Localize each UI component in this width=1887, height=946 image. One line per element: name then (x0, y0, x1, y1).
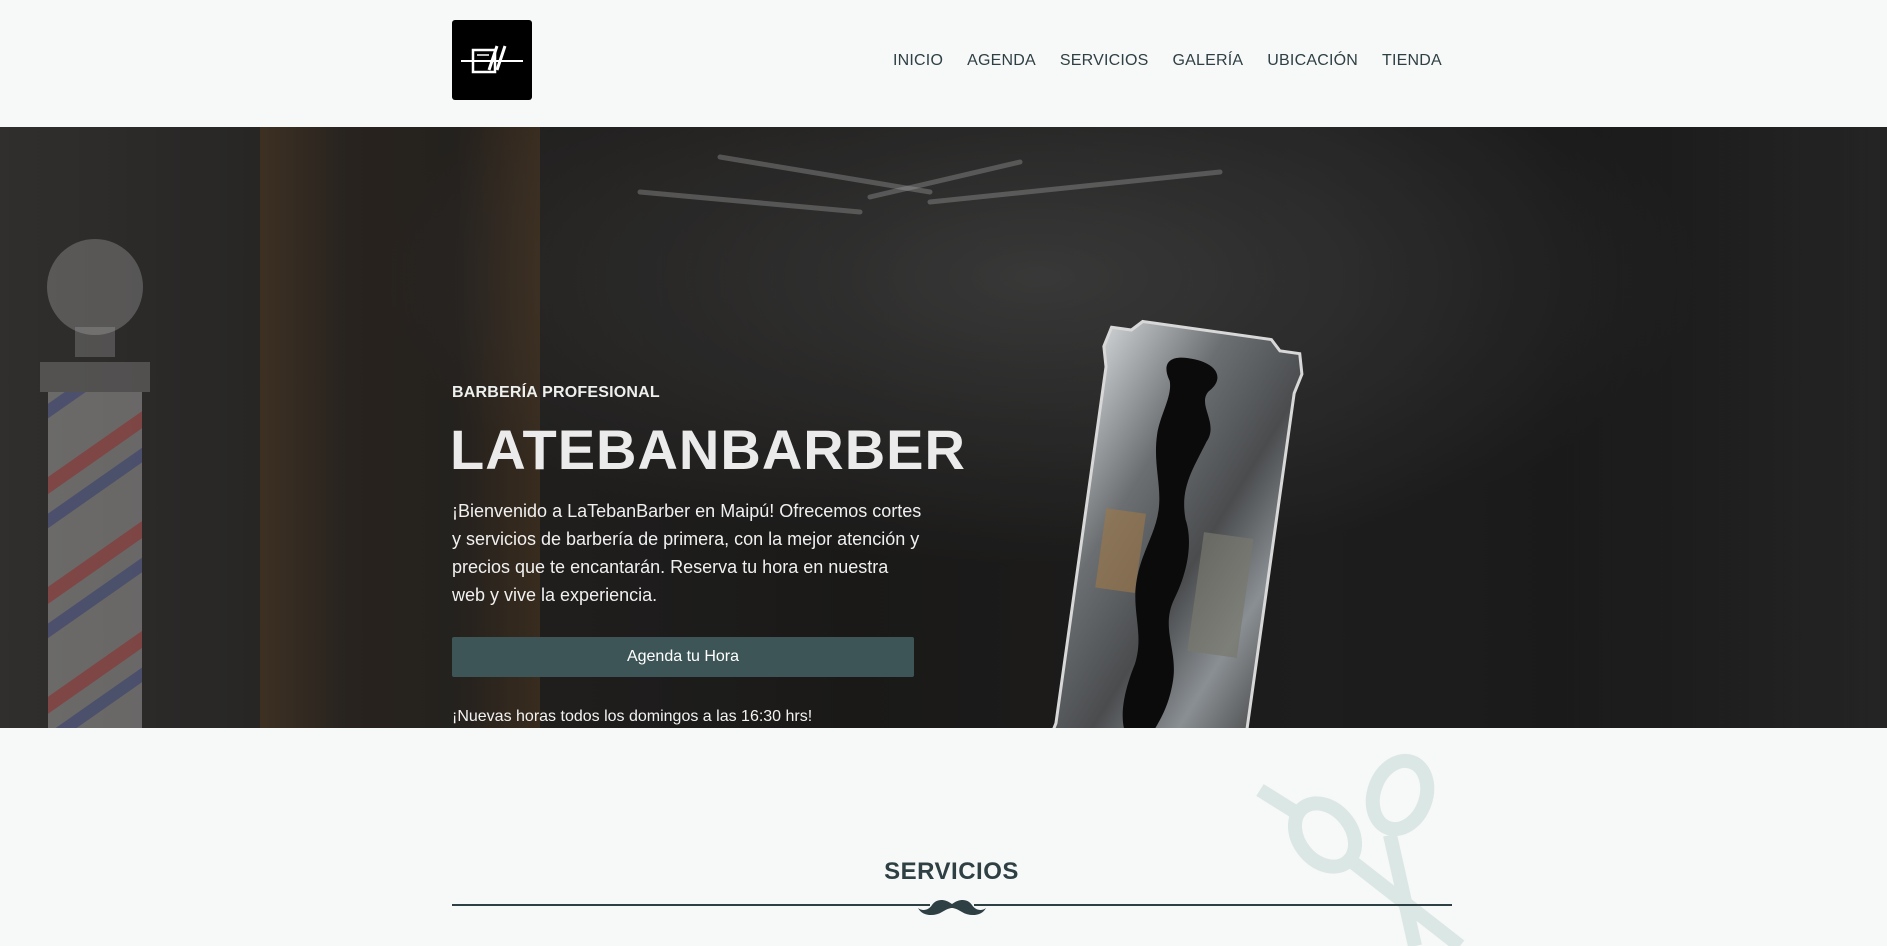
site-header: INICIO AGENDA SERVICIOS GALERÍA UBICACIÓ… (0, 0, 1887, 127)
hero-section: BARBERÍA PROFESIONAL LATEBANBARBER ¡Bien… (0, 127, 1887, 728)
nav-servicios[interactable]: SERVICIOS (1060, 52, 1149, 70)
razor-blade-image (1046, 319, 1304, 728)
nav-ubicacion[interactable]: UBICACIÓN (1267, 52, 1358, 70)
nav-tienda[interactable]: TIENDA (1382, 52, 1442, 70)
book-appointment-button[interactable]: Agenda tu Hora (452, 637, 914, 677)
main-nav: INICIO AGENDA SERVICIOS GALERÍA UBICACIÓ… (893, 49, 1442, 73)
nav-inicio[interactable]: INICIO (893, 52, 943, 70)
hero-intro-text: ¡Bienvenido a LaTebanBarber en Maipú! Of… (452, 501, 922, 605)
logo-icon (461, 45, 523, 74)
hero-title: LATEBANBARBER (450, 418, 966, 481)
nav-agenda[interactable]: AGENDA (967, 52, 1036, 70)
services-title: SERVICIOS (884, 858, 1019, 885)
hero-eyebrow: BARBERÍA PROFESIONAL (452, 384, 660, 401)
nav-galeria[interactable]: GALERÍA (1173, 52, 1244, 70)
hero-notice: ¡Nuevas horas todos los domingos a las 1… (452, 708, 813, 725)
mustache-icon (918, 899, 986, 916)
page: INICIO AGENDA SERVICIOS GALERÍA UBICACIÓ… (0, 0, 1887, 946)
site-logo[interactable] (452, 20, 532, 100)
services-divider (452, 899, 1452, 916)
